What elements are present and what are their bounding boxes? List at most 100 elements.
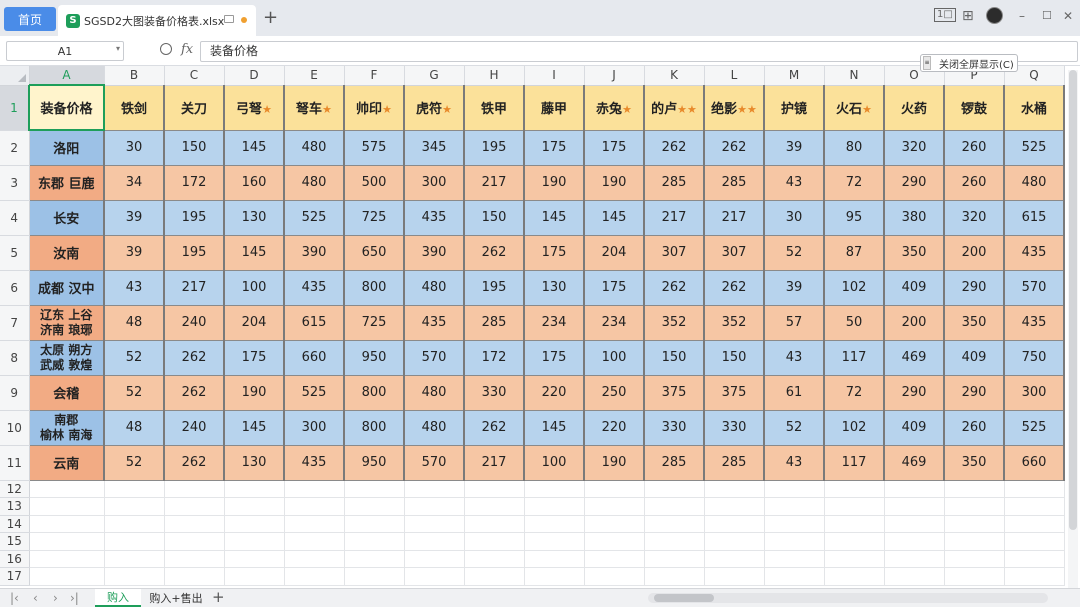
price-cell[interactable]: 330 [704, 410, 765, 446]
column-header-b[interactable]: B [104, 66, 165, 86]
empty-cell[interactable] [344, 567, 405, 586]
price-cell[interactable]: 262 [164, 340, 225, 376]
column-header-e[interactable]: E [284, 66, 345, 86]
price-cell[interactable]: 39 [764, 130, 825, 166]
price-cell[interactable]: 52 [104, 445, 165, 481]
first-sheet-icon[interactable]: |‹ [10, 591, 19, 605]
price-cell[interactable]: 30 [104, 130, 165, 166]
price-cell[interactable]: 650 [344, 235, 405, 271]
row-header[interactable]: 12 [0, 480, 30, 498]
price-cell[interactable]: 195 [464, 130, 525, 166]
price-cell[interactable]: 190 [524, 165, 585, 201]
price-cell[interactable]: 660 [284, 340, 345, 376]
price-cell[interactable]: 950 [344, 340, 405, 376]
empty-cell[interactable] [884, 567, 945, 586]
price-cell[interactable]: 345 [404, 130, 465, 166]
price-cell[interactable]: 615 [284, 305, 345, 341]
price-cell[interactable]: 750 [1004, 340, 1065, 376]
empty-cell[interactable] [944, 497, 1005, 516]
empty-cell[interactable] [704, 515, 765, 533]
price-cell[interactable]: 380 [884, 200, 945, 236]
price-cell[interactable]: 39 [104, 235, 165, 271]
empty-cell[interactable] [224, 567, 285, 586]
price-cell[interactable]: 290 [884, 165, 945, 201]
empty-cell[interactable] [284, 515, 345, 533]
price-cell[interactable]: 480 [404, 270, 465, 306]
empty-cell[interactable] [29, 532, 105, 551]
price-cell[interactable]: 260 [944, 130, 1005, 166]
empty-cell[interactable] [224, 532, 285, 551]
price-cell[interactable]: 375 [644, 375, 705, 411]
empty-cell[interactable] [104, 515, 165, 533]
price-cell[interactable]: 300 [284, 410, 345, 446]
empty-cell[interactable] [944, 532, 1005, 551]
row-header[interactable]: 5 [0, 235, 30, 271]
price-cell[interactable]: 100 [524, 445, 585, 481]
select-all-corner[interactable] [0, 66, 30, 86]
price-cell[interactable]: 435 [1004, 305, 1065, 341]
price-cell[interactable]: 262 [464, 410, 525, 446]
item-header-cell[interactable]: 铁剑 [104, 85, 165, 131]
empty-cell[interactable] [584, 497, 645, 516]
empty-cell[interactable] [644, 515, 705, 533]
price-cell[interactable]: 43 [764, 445, 825, 481]
price-cell[interactable]: 175 [524, 340, 585, 376]
price-cell[interactable]: 172 [164, 165, 225, 201]
price-cell[interactable]: 435 [284, 445, 345, 481]
empty-cell[interactable] [1004, 497, 1065, 516]
empty-cell[interactable] [224, 497, 285, 516]
empty-cell[interactable] [224, 550, 285, 568]
price-cell[interactable]: 350 [944, 445, 1005, 481]
empty-cell[interactable] [464, 480, 525, 498]
price-cell[interactable]: 575 [344, 130, 405, 166]
price-cell[interactable]: 50 [824, 305, 885, 341]
sheet-tab-active[interactable]: 购入 [95, 589, 141, 607]
row-header[interactable]: 11 [0, 445, 30, 481]
price-cell[interactable]: 350 [944, 305, 1005, 341]
price-cell[interactable]: 320 [944, 200, 1005, 236]
new-tab-button[interactable]: + [263, 8, 278, 28]
price-cell[interactable]: 190 [584, 445, 645, 481]
price-cell[interactable]: 390 [404, 235, 465, 271]
empty-cell[interactable] [404, 567, 465, 586]
price-cell[interactable]: 43 [104, 270, 165, 306]
empty-cell[interactable] [344, 532, 405, 551]
item-header-cell[interactable]: 铁甲 [464, 85, 525, 131]
price-cell[interactable]: 200 [944, 235, 1005, 271]
cell-a1[interactable]: 装备价格 [28, 84, 105, 131]
empty-cell[interactable] [824, 567, 885, 586]
price-cell[interactable]: 525 [1004, 410, 1065, 446]
horizontal-scrollbar[interactable] [648, 593, 1048, 603]
zoom-icon[interactable] [160, 43, 172, 55]
price-cell[interactable]: 480 [284, 130, 345, 166]
empty-cell[interactable] [884, 550, 945, 568]
price-cell[interactable]: 352 [704, 305, 765, 341]
price-cell[interactable]: 150 [704, 340, 765, 376]
empty-cell[interactable] [524, 497, 585, 516]
price-cell[interactable]: 95 [824, 200, 885, 236]
empty-cell[interactable] [944, 550, 1005, 568]
empty-cell[interactable] [224, 480, 285, 498]
price-cell[interactable]: 285 [644, 165, 705, 201]
price-cell[interactable]: 195 [164, 235, 225, 271]
price-cell[interactable]: 725 [344, 200, 405, 236]
city-cell[interactable]: 洛阳 [29, 130, 105, 166]
price-cell[interactable]: 61 [764, 375, 825, 411]
price-cell[interactable]: 525 [284, 200, 345, 236]
price-cell[interactable]: 262 [164, 445, 225, 481]
price-cell[interactable]: 220 [584, 410, 645, 446]
empty-cell[interactable] [584, 567, 645, 586]
empty-cell[interactable] [764, 567, 825, 586]
empty-cell[interactable] [944, 480, 1005, 498]
price-cell[interactable]: 260 [944, 165, 1005, 201]
price-cell[interactable]: 217 [164, 270, 225, 306]
empty-cell[interactable] [764, 497, 825, 516]
empty-cell[interactable] [524, 550, 585, 568]
price-cell[interactable]: 290 [884, 375, 945, 411]
empty-cell[interactable] [344, 515, 405, 533]
item-header-cell[interactable]: 虎符★ [404, 85, 465, 131]
item-header-cell[interactable]: 帅印★ [344, 85, 405, 131]
row-header[interactable]: 15 [0, 532, 30, 551]
empty-cell[interactable] [764, 550, 825, 568]
price-cell[interactable]: 480 [284, 165, 345, 201]
